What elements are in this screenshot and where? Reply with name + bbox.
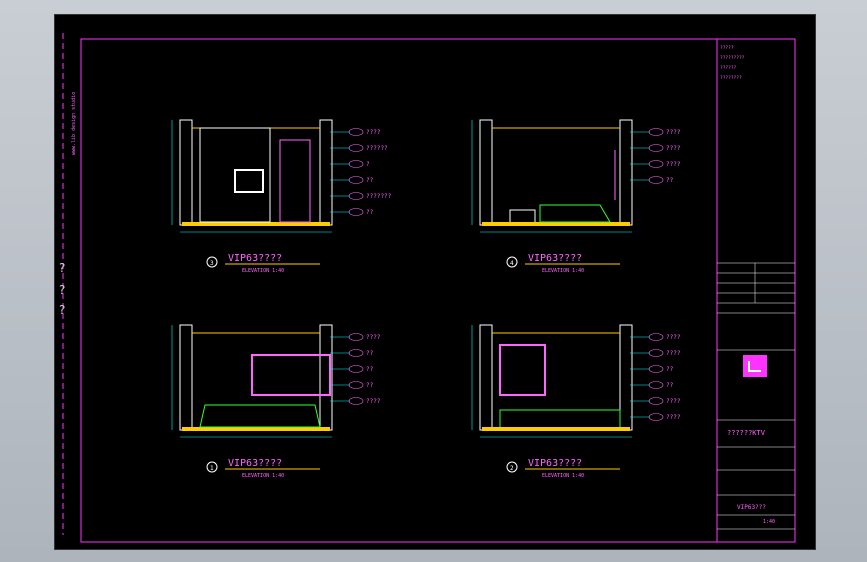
- callout-label: ????: [366, 129, 381, 136]
- svg-text:?????: ?????: [720, 45, 734, 51]
- callout-label: ??: [666, 177, 674, 184]
- callout-label: ????: [666, 129, 681, 136]
- display-cabinet: [251, 354, 331, 396]
- studio-logo: [743, 355, 767, 377]
- callout-bubble: [348, 349, 364, 357]
- elevation-number: 4: [510, 260, 514, 267]
- callout-label: ????: [666, 145, 681, 152]
- cad-window: www.lib design studio ????? ????????? ??…: [0, 0, 867, 562]
- title-notes: ????? ????????? ?????? ????????: [720, 45, 745, 81]
- side-mark-3: ?: [59, 303, 66, 317]
- right-wall: [619, 119, 633, 226]
- callout-bubble: [648, 413, 664, 421]
- display-cabinet: [499, 344, 546, 396]
- callout-label: ????: [366, 398, 381, 405]
- callout-bubble: [348, 381, 364, 389]
- svg-text:??????: ??????: [720, 65, 737, 71]
- callout-label: ??: [366, 382, 374, 389]
- tv-screen: [234, 169, 264, 193]
- callout-bubble: [348, 208, 364, 216]
- callout-bubble: [348, 176, 364, 184]
- sheet-frame: [80, 38, 796, 543]
- left-wall: [479, 324, 493, 431]
- project-name: ??????KTV: [727, 429, 766, 437]
- callout-bubble: [348, 365, 364, 373]
- callout-label: ??: [666, 382, 674, 389]
- sofa: [199, 404, 321, 428]
- callout-label: ????: [666, 414, 681, 421]
- callout-bubble: [648, 381, 664, 389]
- callout-label: ??: [366, 366, 374, 373]
- elevation-scale: ELEVATION 1:40: [542, 268, 584, 274]
- elevation-4: ???????????????????? 2 VIP63???? ELEVATION …: [471, 324, 681, 479]
- floor-slab: [482, 427, 630, 431]
- callout-bubble: [348, 128, 364, 136]
- elevation-title: VIP63????: [228, 458, 282, 469]
- elevation-drawings: ??????????????????????3 VIP63????ELEVATIO…: [171, 119, 681, 479]
- callout-bubble: [648, 365, 664, 373]
- title-block: [716, 38, 796, 543]
- elevation-number: 1: [210, 465, 214, 472]
- elevation-scale: ELEVATION 1:40: [542, 473, 584, 479]
- elevation-title: VIP63????: [528, 458, 582, 469]
- callout-label: ??: [666, 366, 674, 373]
- left-wall: [179, 119, 193, 226]
- floor-slab: [182, 222, 330, 226]
- callout-bubble: [648, 160, 664, 168]
- callout-bubble: [648, 144, 664, 152]
- callout-bubble: [648, 128, 664, 136]
- callout-bubble: [348, 160, 364, 168]
- callout-label: ??????: [366, 145, 388, 152]
- elevation-title: VIP63????: [228, 253, 282, 264]
- svg-text:?????????: ?????????: [720, 55, 745, 61]
- callout-label: ??: [366, 177, 374, 184]
- floor-slab: [182, 427, 330, 431]
- sofa: [499, 409, 621, 427]
- elevation-scale: ELEVATION 1:40: [242, 268, 284, 274]
- callout-bubble: [648, 333, 664, 341]
- drawing-canvas[interactable]: www.lib design studio ????? ????????? ??…: [54, 14, 816, 550]
- callout-bubble: [348, 144, 364, 152]
- callout-bubble: [648, 397, 664, 405]
- drawing-scale: 1:40: [763, 519, 775, 525]
- elevation-3: ?????????????? 1 VIP63???? ELEVATION 1:40: [171, 324, 381, 479]
- elevation-number: 2: [510, 465, 514, 472]
- callout-label: ????: [666, 398, 681, 405]
- callout-bubble: [348, 192, 364, 200]
- side-table: [509, 209, 536, 222]
- sofa: [539, 204, 611, 223]
- vertical-watermark: www.lib design studio: [71, 92, 77, 155]
- elevation-1: ?????????????????????? 3 VIP63???? ELEVATIO…: [171, 119, 392, 274]
- callout-bubble: [648, 176, 664, 184]
- title-block-grid: [717, 262, 795, 530]
- callout-label: ????: [666, 334, 681, 341]
- left-wall: [179, 324, 193, 431]
- callout-label: ??: [366, 350, 374, 357]
- callout-label: ????: [666, 161, 681, 168]
- callout-label: ????: [666, 350, 681, 357]
- callout-bubble: [648, 349, 664, 357]
- callout-label: ?: [366, 161, 370, 168]
- side-mark-2: ?: [59, 283, 66, 297]
- svg-text:????????: ????????: [720, 75, 742, 81]
- side-mark-1: ?: [59, 261, 66, 275]
- elevation-number: 3: [210, 260, 214, 267]
- callout-bubble: [348, 333, 364, 341]
- elevation-scale: ELEVATION 1:40: [242, 473, 284, 479]
- callout-label: ????: [366, 334, 381, 341]
- floor-slab: [482, 222, 630, 226]
- right-wall: [619, 324, 633, 431]
- callout-label: ???????: [366, 193, 392, 200]
- left-wall: [479, 119, 493, 226]
- elevation-title: VIP63????: [528, 253, 582, 264]
- drawing-name: VIP63???: [737, 504, 766, 511]
- elevation-2: ?????????????? 4 VIP63???? ELEVATION 1:40: [471, 119, 681, 274]
- callout-label: ??: [366, 209, 374, 216]
- door-frame: [279, 139, 311, 223]
- callout-bubble: [348, 397, 364, 405]
- cad-drawing[interactable]: www.lib design studio ????? ????????? ??…: [55, 15, 815, 549]
- right-wall: [319, 119, 333, 226]
